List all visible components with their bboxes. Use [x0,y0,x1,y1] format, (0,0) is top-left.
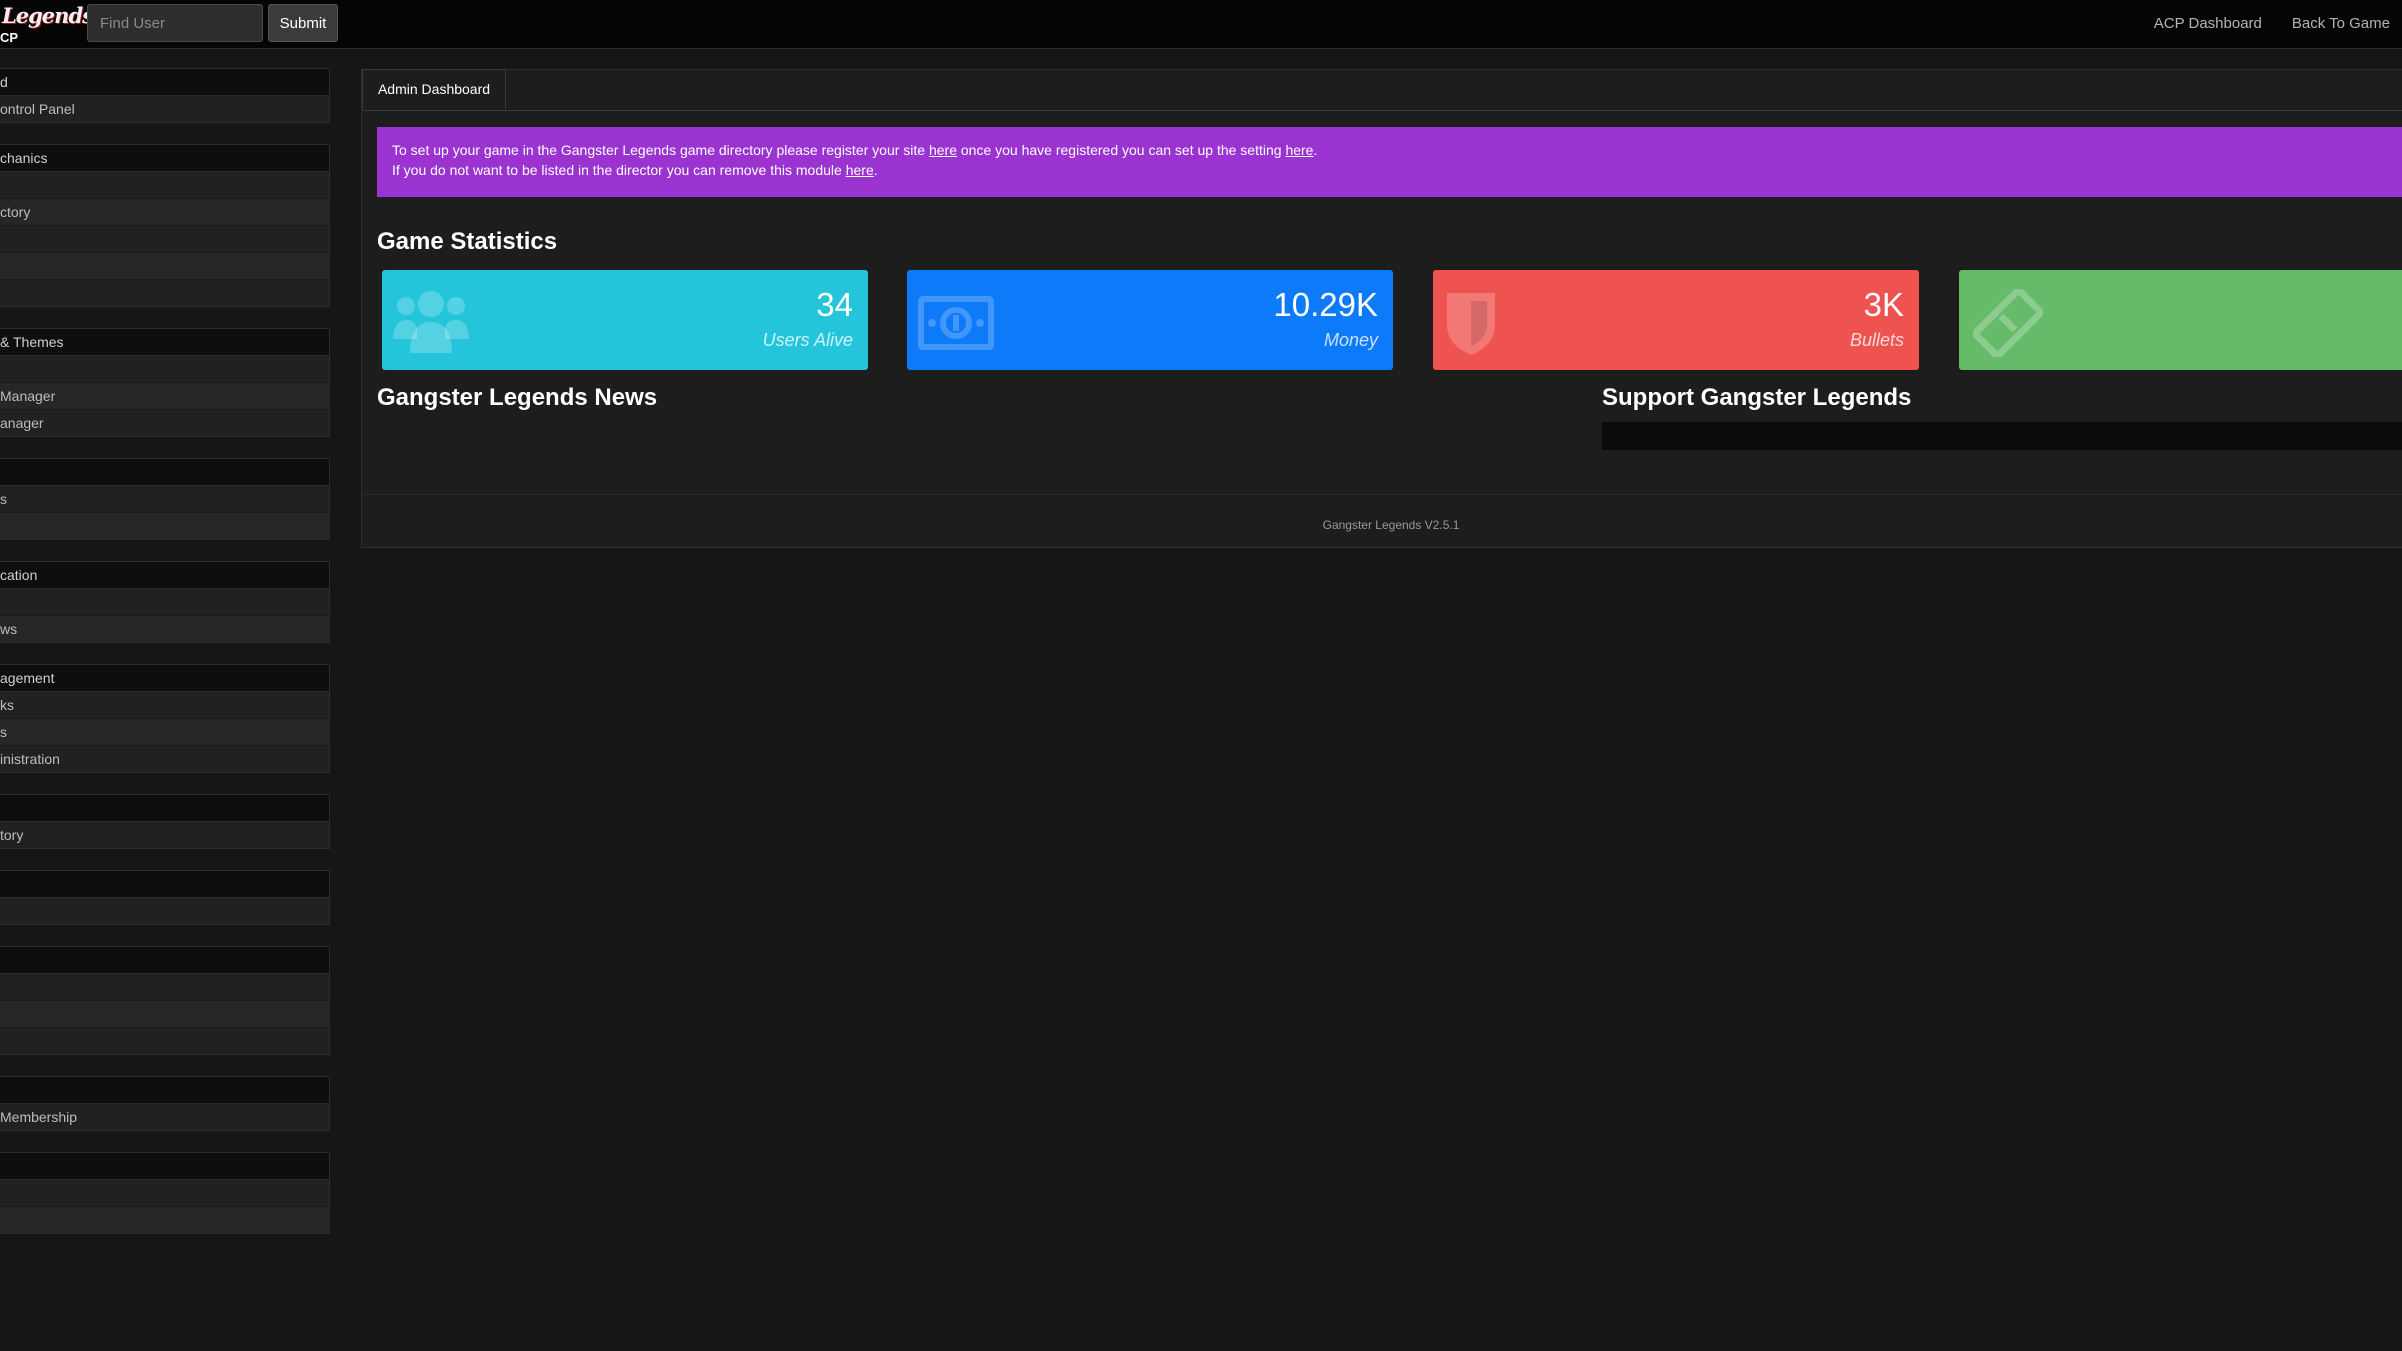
alert-text: If you do not want to be listed in the d… [392,162,846,178]
stat-value: 3K [1863,286,1904,323]
footer-divider [362,494,2402,495]
sidebar-group-title[interactable]: chanics [0,145,329,172]
sidebar-group: s [0,458,330,540]
sidebar-item[interactable]: inistration [0,746,329,772]
alert-text: . [873,162,878,178]
ticket-icon [1972,289,2044,357]
sidebar-item[interactable] [0,513,329,539]
sidebar-group [0,946,330,1055]
logo-text: Legends [2,3,94,28]
shield-icon [1447,293,1495,355]
register-here-link[interactable]: here [929,142,957,158]
sidebar-item[interactable]: Manager [0,383,329,410]
sidebar-group: chanics ctory [0,144,330,307]
stat-value: 10.29K [1273,286,1378,323]
stat-value: 34 [816,286,853,323]
sidebar-group-title[interactable] [0,795,329,822]
setting-here-link[interactable]: here [1285,142,1313,158]
tab-admin-dashboard[interactable]: Admin Dashboard [362,69,506,110]
game-statistics-heading: Game Statistics [377,228,558,255]
sidebar-item[interactable] [0,172,329,199]
sidebar-item[interactable] [0,253,329,280]
sidebar-item[interactable] [0,226,329,253]
main-panel: Admin Dashboard To set up your game in t… [361,69,2402,548]
sidebar-group-title[interactable]: cation [0,562,329,589]
sidebar-item[interactable]: s [0,719,329,746]
stat-card-bullets: 3K Bullets [1433,270,1919,370]
sidebar-group: tory [0,794,330,849]
stat-card-money: 10.29K Money [907,270,1393,370]
alert-text: once you have registered you can set up … [957,142,1286,158]
sidebar-group-title[interactable] [0,1153,329,1180]
sidebar-item[interactable]: ws [0,616,329,642]
top-navbar: Legends CP Submit ACP Dashboard Back To … [0,0,2402,49]
users-icon [393,291,469,353]
sidebar: d ontrol Panel chanics ctory & Themes Manager… [0,68,330,1255]
sidebar-item[interactable] [0,1028,329,1054]
stat-label: Users Alive [762,330,853,350]
stat-label: Money [1323,330,1378,350]
sidebar-item[interactable] [0,974,329,1001]
sidebar-group-title[interactable]: & Themes [0,329,329,356]
directory-alert: To set up your game in the Gangster Lege… [377,127,2402,197]
logo[interactable]: Legends CP [0,0,94,48]
tab-bar: Admin Dashboard [362,69,2402,111]
sidebar-group: & Themes Manager anager [0,328,330,437]
find-user-input[interactable] [87,4,263,42]
sidebar-item[interactable]: tory [0,822,329,848]
stat-label: Bullets [1849,330,1904,350]
top-nav-links: ACP Dashboard Back To Game [2124,0,2390,46]
sidebar-group [0,870,330,925]
sidebar-item[interactable] [0,1180,329,1207]
sidebar-item[interactable] [0,589,329,616]
support-heading: Support Gangster Legends [1602,384,1912,411]
sidebar-group [0,1152,330,1234]
sidebar-group-title[interactable] [0,871,329,898]
alert-text: To set up your game in the Gangster Lege… [392,142,929,158]
sidebar-group: Membership [0,1076,330,1131]
sidebar-item[interactable] [0,280,329,306]
sidebar-item[interactable]: ks [0,692,329,719]
sidebar-item[interactable] [0,1001,329,1028]
logo-subtext: CP [0,30,19,45]
support-bar [1602,422,2402,450]
submit-button[interactable]: Submit [268,4,338,42]
version-footer: Gangster Legends V2.5.1 [1322,518,1460,532]
remove-module-here-link[interactable]: here [846,162,874,178]
sidebar-group: agement ks s inistration [0,664,330,773]
sidebar-group: d ontrol Panel [0,68,330,123]
money-icon [918,296,994,350]
sidebar-group-title[interactable] [0,947,329,974]
sidebar-item[interactable]: Membership [0,1104,329,1130]
stat-card-users-alive: 34 Users Alive [382,270,868,370]
acp-dashboard-link[interactable]: ACP Dashboard [2154,15,2262,32]
sidebar-group-title[interactable] [0,459,329,486]
sidebar-item[interactable]: anager [0,410,329,436]
sidebar-group-title[interactable] [0,1077,329,1104]
alert-text: . [1313,142,1318,158]
sidebar-item[interactable] [0,356,329,383]
sidebar-group: cation ws [0,561,330,643]
sidebar-item[interactable]: ontrol Panel [0,96,329,122]
sidebar-group-title[interactable]: agement [0,665,329,692]
stat-card-points: Po [1959,270,2402,370]
alert-line-1: To set up your game in the Gangster Lege… [392,140,2402,160]
sidebar-item[interactable] [0,898,329,924]
back-to-game-link[interactable]: Back To Game [2292,15,2390,32]
sidebar-group-title[interactable]: d [0,69,329,96]
sidebar-item[interactable]: ctory [0,199,329,226]
news-heading: Gangster Legends News [377,384,658,411]
sidebar-item[interactable]: s [0,486,329,513]
alert-line-2: If you do not want to be listed in the d… [392,160,2402,180]
sidebar-item[interactable] [0,1207,329,1233]
